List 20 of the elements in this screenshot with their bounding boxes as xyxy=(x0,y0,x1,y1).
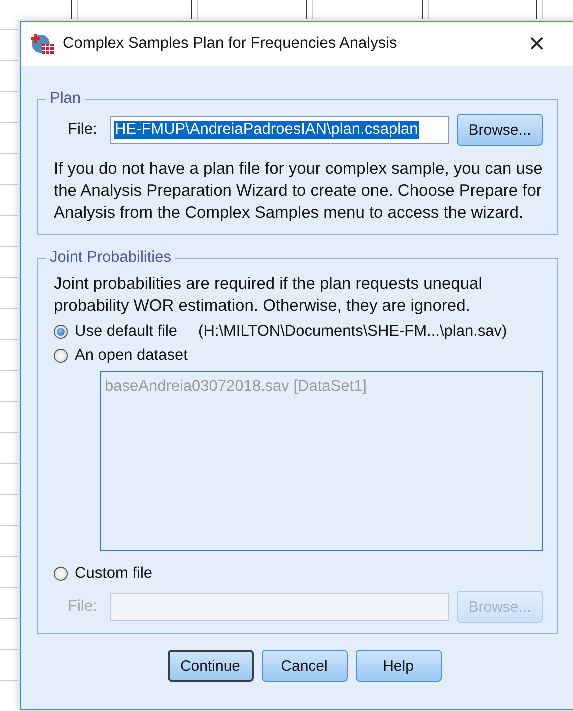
close-button[interactable]: × xyxy=(517,30,557,58)
calculator-grid-icon xyxy=(31,33,55,55)
dialog-button[interactable]: Continue xyxy=(168,650,254,682)
group-title: Joint Probabilities xyxy=(49,249,172,267)
plan-help-text: If you do not have a plan file for your complex sample, you can use the Analysis Preparation Wizard to create one. Choose Prepare for Analysis from the Complex Samples menu to access the wizard. xyxy=(54,159,543,224)
dialog-button[interactable]: Cancel xyxy=(262,650,348,682)
radio-label[interactable]: An open dataset xyxy=(75,347,188,365)
browse-button[interactable]: Browse... xyxy=(457,114,543,146)
custom-file-field[interactable] xyxy=(110,593,449,621)
radio-button[interactable] xyxy=(54,349,68,363)
window-title: Complex Samples Plan for Frequencies Analysis xyxy=(63,35,398,53)
radio-label[interactable]: Use default file xyxy=(75,323,178,341)
joint-help-text: Joint probabilities are required if the plan requests unequal probability WOR estimation. Otherwise, they are ignored. xyxy=(54,274,484,317)
file-label: File: xyxy=(68,598,98,616)
default-file-path: (H:\MILTON\Documents\SHE-FM...\plan.sav) xyxy=(198,323,508,341)
dialog-button[interactable]: Help xyxy=(356,650,442,682)
file-path-field[interactable]: HE-FMUP\AndreiaPadroesIAN\plan.csaplan xyxy=(110,116,449,144)
radio-button[interactable] xyxy=(54,325,68,339)
group-title: Plan xyxy=(49,90,82,108)
file-label: File: xyxy=(68,121,98,139)
